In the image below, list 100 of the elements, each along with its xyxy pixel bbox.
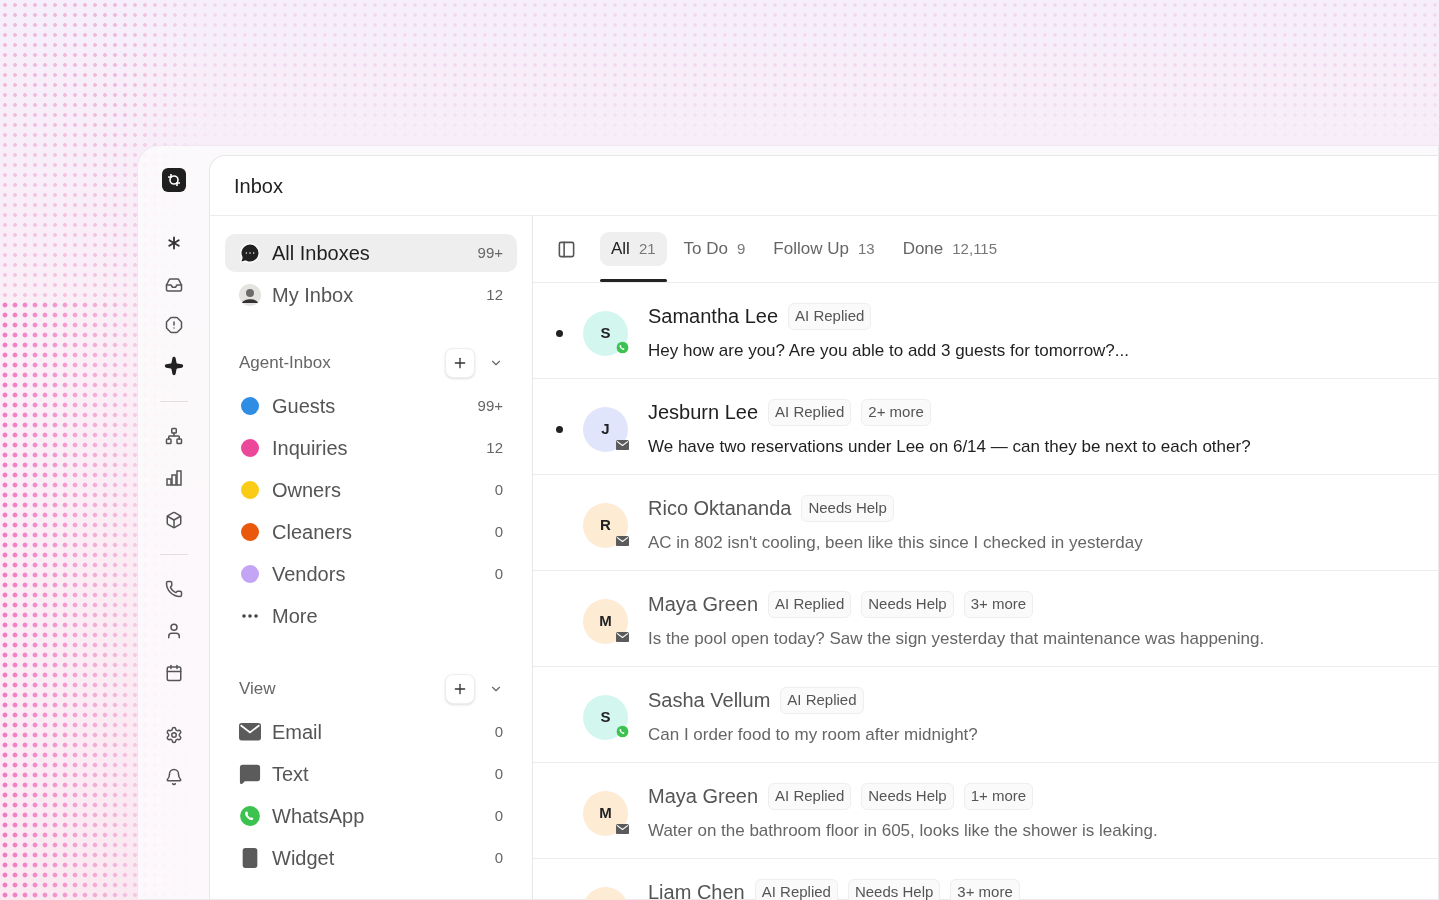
status-tag: AI Replied: [788, 303, 872, 330]
sidebar-item[interactable]: All Inboxes 99+: [225, 234, 517, 272]
sidebar-item[interactable]: Email 0: [225, 713, 517, 751]
avatar-icon: [239, 284, 261, 306]
item-label: Vendors: [272, 562, 347, 587]
warning-icon[interactable]: [164, 316, 183, 334]
phone-icon[interactable]: [164, 580, 183, 598]
status-tag: AI Replied: [754, 879, 838, 900]
conversation-row[interactable]: S Samantha Lee AI Replied Hey how are you? Are you able to add 3 guests for tomorrow?...: [533, 283, 1438, 379]
status-tag: 3+ more: [963, 591, 1034, 618]
status-tag: 1+ more: [963, 783, 1034, 810]
conversation-row[interactable]: J Jesburn Lee AI Replied 2+ more We have two reservations under Lee on 6/14 — can they be next to each other?: [533, 379, 1438, 475]
message-preview: Can I order food to my room after midnight?: [648, 723, 978, 746]
status-tag: 3+ more: [950, 879, 1020, 900]
plus-icon: [452, 681, 468, 697]
item-label: WhatsApp: [272, 804, 366, 829]
item-count: 0: [494, 805, 503, 826]
sparkle-icon[interactable]: [163, 356, 184, 376]
whatsapp-icon: [616, 725, 629, 738]
bar-chart-icon[interactable]: [164, 469, 183, 487]
sidebar-item[interactable]: Cleaners 0: [225, 513, 517, 551]
item-label: Widget: [272, 846, 336, 871]
sidebar-item[interactable]: Guests 99+: [225, 387, 517, 425]
conversation-row[interactable]: R Rico Oktananda Needs Help AC in 802 isn't cooling, been like this since I checked in yesterday: [533, 475, 1438, 571]
message-preview: Water on the bathroom floor in 605, looks like the shower is leaking.: [648, 819, 1158, 842]
item-count: 0: [494, 479, 503, 500]
item-count: 0: [494, 521, 503, 542]
avatar: M: [583, 791, 628, 836]
contact-name: Maya Green: [648, 593, 759, 616]
mail-icon: [239, 723, 261, 741]
mail-icon: [616, 535, 629, 546]
item-count: 12: [486, 284, 503, 305]
add-button[interactable]: [445, 348, 475, 378]
more-icon: [242, 614, 258, 618]
avatar: S: [583, 695, 628, 740]
status-tag: Needs Help: [847, 879, 941, 900]
mail-icon: [616, 631, 629, 642]
sidebar-toggle-icon[interactable]: [557, 239, 576, 259]
contact-name: Sasha Vellum: [648, 689, 771, 712]
plus-icon: [452, 355, 468, 371]
settings-icon[interactable]: [164, 726, 183, 744]
mail-icon: [616, 823, 629, 834]
whatsapp-icon: [616, 341, 629, 354]
conversation-row[interactable]: M Maya Green AI Replied Needs Help 1+ more Water on the bathroom floor in 605, looks like the shower is leaking.: [533, 763, 1438, 859]
add-button[interactable]: [445, 674, 475, 704]
cube-icon[interactable]: [164, 511, 183, 529]
sidebar-item[interactable]: Owners 0: [225, 471, 517, 509]
tab[interactable]: Follow Up 13: [762, 232, 886, 266]
whatsapp-icon: [239, 805, 261, 827]
item-count: 0: [494, 721, 503, 742]
conversation-row[interactable]: Liam Chen AI Replied Needs Help 3+ more: [533, 859, 1438, 900]
item-count: 0: [494, 563, 503, 584]
chat-bubble-icon: [239, 242, 261, 264]
message-preview: AC in 802 isn't cooling, been like this since I checked in yesterday: [648, 531, 1143, 554]
message-preview: We have two reservations under Lee on 6/14 — can they be next to each other?: [648, 435, 1251, 458]
section-title: Agent-Inbox: [239, 352, 332, 375]
status-tag: Needs Help: [801, 495, 894, 522]
message-icon: [239, 763, 261, 785]
bell-icon[interactable]: [164, 768, 183, 786]
contact-name: Samantha Lee: [648, 305, 779, 328]
contact-name: Rico Oktananda: [648, 497, 792, 520]
item-label: Email: [272, 720, 323, 745]
status-tag: AI Replied: [768, 783, 852, 810]
item-label: Inquiries: [272, 436, 349, 461]
item-label: All Inboxes: [272, 241, 371, 266]
sidebar-item[interactable]: Inquiries 12: [225, 429, 517, 467]
avatar: S: [583, 311, 628, 356]
status-tag: AI Replied: [768, 399, 852, 426]
item-label: More: [272, 604, 319, 629]
sidebar-item[interactable]: WhatsApp 0: [225, 797, 517, 835]
conversation-row[interactable]: M Maya Green AI Replied Needs Help 3+ more Is the pool open today? Saw the sign yesterday that maintenance was happening.: [533, 571, 1438, 667]
sidebar-item[interactable]: Vendors 0: [225, 555, 517, 593]
sidebar-item[interactable]: My Inbox 12: [225, 276, 517, 314]
item-count: 99+: [477, 242, 503, 263]
sidebar-item[interactable]: Widget 0: [225, 839, 517, 877]
item-label: Guests: [272, 394, 337, 419]
item-count: 0: [494, 847, 503, 868]
sidebar-item[interactable]: Text 0: [225, 755, 517, 793]
page-title: Inbox: [234, 173, 283, 199]
avatar: M: [583, 599, 628, 644]
status-tag: AI Replied: [768, 591, 852, 618]
inbox-icon[interactable]: [164, 276, 183, 294]
item-label: Text: [272, 762, 310, 787]
logo-icon[interactable]: [161, 168, 186, 192]
tab[interactable]: Done 12,115: [891, 232, 1009, 266]
section-title: View: [239, 678, 277, 701]
conversation-row[interactable]: S Sasha Vellum AI Replied Can I order food to my room after midnight?: [533, 667, 1438, 763]
calendar-icon[interactable]: [164, 664, 183, 682]
item-count: 0: [494, 763, 503, 784]
avatar: R: [583, 503, 628, 548]
mail-icon: [616, 439, 629, 450]
message-preview: Is the pool open today? Saw the sign yesterday that maintenance was happening.: [648, 627, 1265, 650]
status-tag: 2+ more: [861, 399, 931, 426]
sidebar-item[interactable]: More: [225, 597, 517, 635]
contact-name: Maya Green: [648, 785, 759, 808]
tab[interactable]: All 21: [600, 232, 667, 266]
tab[interactable]: To Do 9: [672, 232, 757, 266]
item-count: 12: [486, 437, 503, 458]
hierarchy-icon[interactable]: [164, 427, 183, 445]
tab-underline: [600, 279, 667, 282]
